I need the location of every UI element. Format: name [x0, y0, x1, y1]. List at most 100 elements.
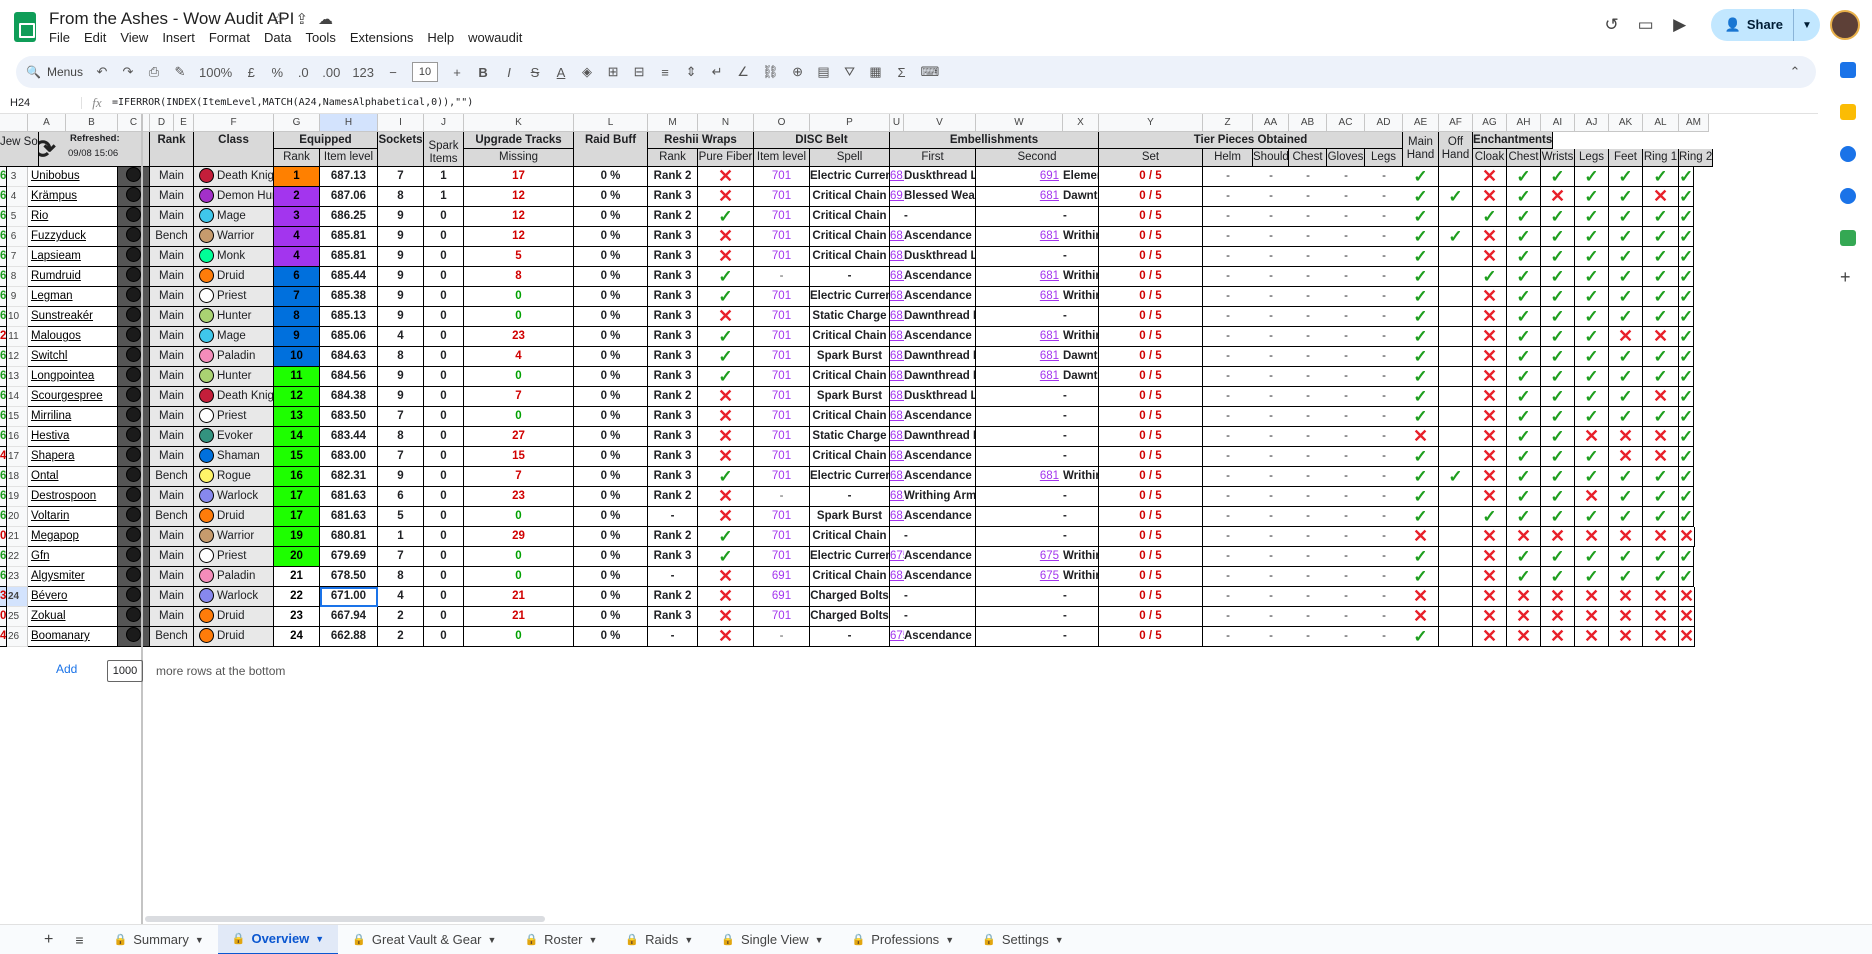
embellishment-1-ilvl[interactable]: 681 [890, 287, 904, 307]
chevron-down-icon[interactable]: ▼ [684, 935, 693, 945]
column-header-a[interactable]: A [28, 114, 66, 132]
move-folder-icon[interactable]: ⇪ [295, 10, 308, 28]
column-header-al[interactable]: AL [1643, 114, 1679, 132]
font-size-decrease[interactable]: − [386, 65, 400, 80]
player-name[interactable]: Zokual [28, 607, 118, 627]
percent-format[interactable]: % [270, 65, 284, 80]
player-name[interactable]: Switchl [28, 347, 118, 367]
column-header-ac[interactable]: AC [1327, 114, 1365, 132]
column-header-aa[interactable]: AA [1253, 114, 1289, 132]
tab-single-view[interactable]: 🔒 Single View ▼ [707, 925, 837, 954]
tab-summary[interactable]: 🔒 Summary ▼ [100, 925, 218, 954]
formula-input[interactable]: =IFERROR(INDEX(ItemLevel,MATCH(A24,Names… [112, 97, 473, 108]
embellishment-1-ilvl[interactable]: 681 [890, 327, 904, 347]
player-name[interactable]: Voltarin [28, 507, 118, 527]
font-size-increase[interactable]: + [450, 65, 464, 80]
player-name[interactable]: Rumdruid [28, 267, 118, 287]
player-name[interactable]: Destrospoon [28, 487, 118, 507]
tasks-icon[interactable] [1840, 146, 1856, 162]
column-header-c[interactable]: C [118, 114, 150, 132]
tab-great-vault-gear[interactable]: 🔒 Great Vault & Gear ▼ [338, 925, 510, 954]
history-icon[interactable]: ↺ [1595, 15, 1629, 35]
menu-view[interactable]: View [120, 30, 148, 45]
horizontal-scrollbar[interactable] [145, 916, 545, 922]
embellishment-2-ilvl[interactable]: 681 [976, 327, 1063, 347]
text-color-icon[interactable]: A [554, 65, 568, 80]
zoom-select[interactable]: 100% [199, 65, 232, 80]
column-header-d[interactable]: D [150, 114, 174, 132]
add-addon-icon[interactable]: + [1840, 268, 1856, 286]
chevron-down-icon[interactable]: ▼ [488, 935, 497, 945]
player-name[interactable]: Scourgespree [28, 387, 118, 407]
player-name[interactable]: Krämpus [28, 187, 118, 207]
embellishment-1-ilvl[interactable]: 681 [890, 247, 904, 267]
player-name[interactable]: Hestiva [28, 427, 118, 447]
collapse-toolbar-icon[interactable]: ⌃ [1788, 64, 1802, 80]
name-box[interactable]: H24 [0, 96, 82, 109]
embellishment-2-ilvl[interactable]: 681 [976, 227, 1063, 247]
menu-edit[interactable]: Edit [84, 30, 106, 45]
embellishment-1-ilvl[interactable]: 681 [890, 427, 904, 447]
embellishment-2-ilvl[interactable]: 681 [976, 287, 1063, 307]
column-header-h[interactable]: H [320, 114, 378, 132]
embellishment-2-ilvl[interactable]: 681 [976, 347, 1063, 367]
add-rows-button[interactable]: Add [56, 662, 77, 676]
player-name[interactable]: Fuzzyduck [28, 227, 118, 247]
column-header-k[interactable]: K [464, 114, 574, 132]
sheets-logo-icon[interactable] [14, 12, 36, 42]
strikethrough-icon[interactable]: S [528, 65, 542, 80]
spreadsheet-grid[interactable]: A B C D E F G H I J K L M N O P U V W X Y Z AA AB AC AD AE AF AG AH AI… [0, 114, 1822, 652]
embellishment-1-ilvl[interactable]: 681 [890, 267, 904, 287]
menu-insert[interactable]: Insert [162, 30, 195, 45]
embellishment-1-ilvl[interactable]: 681 [890, 567, 904, 587]
embellishment-2-ilvl[interactable]: 681 [976, 187, 1063, 207]
embellishment-2-ilvl[interactable]: 675 [976, 567, 1063, 587]
document-title[interactable]: From the Ashes - Wow Audit API [49, 9, 294, 29]
column-header-ak[interactable]: AK [1609, 114, 1643, 132]
embellishment-2-ilvl[interactable]: 675 [976, 547, 1063, 567]
embellishment-1-ilvl[interactable]: 681 [890, 447, 904, 467]
avatar[interactable] [1830, 10, 1860, 40]
embellishment-2-ilvl[interactable]: 681 [976, 267, 1063, 287]
column-header-y[interactable]: Y [1099, 114, 1203, 132]
filter-views-icon[interactable]: ▦ [869, 64, 883, 80]
print-icon[interactable]: ⎙ [147, 64, 161, 80]
tab-roster[interactable]: 🔒 Roster ▼ [510, 925, 611, 954]
item-level[interactable]: 671.00 [320, 587, 378, 607]
menu-data[interactable]: Data [264, 30, 291, 45]
column-header-ah[interactable]: AH [1507, 114, 1541, 132]
embellishment-1-ilvl[interactable]: 681 [890, 487, 904, 507]
increase-decimal[interactable]: .00 [322, 65, 340, 80]
embellishment-1-ilvl[interactable]: 681 [890, 307, 904, 327]
column-header-ai[interactable]: AI [1541, 114, 1575, 132]
player-name[interactable]: Lapsieam [28, 247, 118, 267]
menu-tools[interactable]: Tools [305, 30, 335, 45]
column-header-f[interactable]: F [194, 114, 274, 132]
font-size-input[interactable]: 10 [412, 62, 439, 82]
select-all-corner[interactable] [0, 114, 28, 132]
undo-icon[interactable]: ↶ [95, 64, 109, 80]
column-header-i[interactable]: I [378, 114, 424, 132]
borders-icon[interactable]: ⊞ [606, 64, 620, 80]
player-name[interactable]: Algysmiter [28, 567, 118, 587]
comment-icon[interactable]: ⊕ [791, 64, 805, 80]
add-rows-count-input[interactable]: 1000 [107, 660, 143, 682]
menu-extensions[interactable]: Extensions [350, 30, 414, 45]
player-name[interactable]: Megapop [28, 527, 118, 547]
menu-help[interactable]: Help [427, 30, 454, 45]
chevron-down-icon[interactable]: ▼ [945, 935, 954, 945]
column-header-u[interactable]: U [890, 114, 904, 132]
chevron-down-icon[interactable]: ▼ [1055, 935, 1064, 945]
embellishment-2-ilvl[interactable]: 691 [976, 167, 1063, 187]
paint-format-icon[interactable]: ✎ [173, 64, 187, 80]
embellishment-1-ilvl[interactable]: 681 [890, 507, 904, 527]
player-name[interactable]: Legman [28, 287, 118, 307]
column-header-ab[interactable]: AB [1289, 114, 1327, 132]
embellishment-1-ilvl[interactable]: 691 [890, 187, 904, 207]
chevron-down-icon[interactable]: ▼ [315, 934, 324, 944]
column-header-l[interactable]: L [574, 114, 648, 132]
add-sheet-icon[interactable]: + [0, 925, 71, 954]
player-name[interactable]: Bévero [28, 587, 118, 607]
input-tools-icon[interactable]: ⌨ [921, 64, 940, 80]
star-icon[interactable]: ☆ [272, 10, 285, 28]
